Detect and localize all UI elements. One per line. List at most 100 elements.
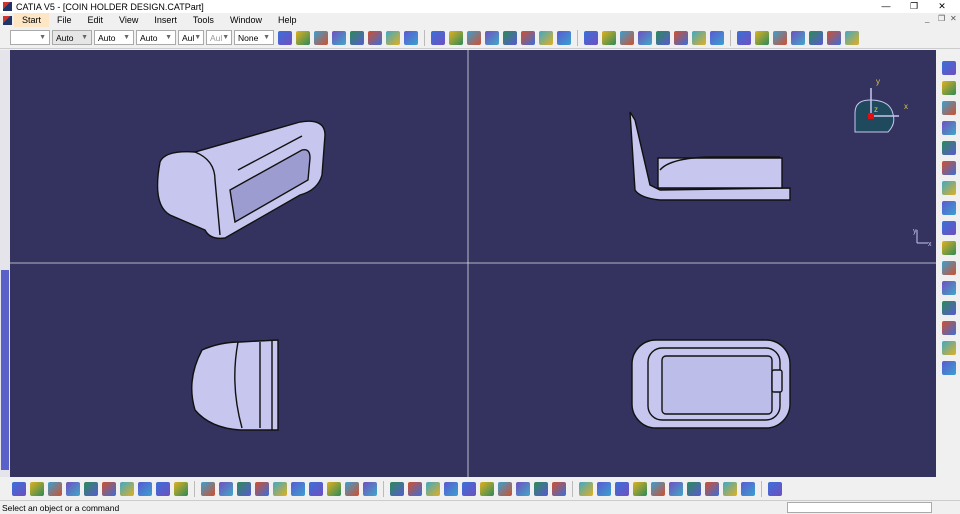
print-icon[interactable] [66,482,80,496]
hole-icon[interactable] [941,181,956,195]
slot-icon[interactable] [941,221,956,235]
apply-material-icon[interactable] [633,482,647,496]
chamfer-icon[interactable] [656,30,670,45]
blend-icon[interactable] [557,30,571,45]
open-icon[interactable] [30,482,44,496]
fillet-icon[interactable] [638,30,652,45]
tree-icon[interactable] [273,482,287,496]
fly-icon[interactable] [327,482,341,496]
fit-all-icon[interactable] [345,482,359,496]
constraint-icon[interactable] [941,101,956,115]
publish-icon[interactable] [651,482,665,496]
rotate-icon[interactable] [692,30,706,45]
curvature-icon[interactable] [615,482,629,496]
loft-icon[interactable] [941,261,956,275]
part-top-view[interactable] [631,339,791,429]
part-side-view[interactable] [191,339,279,431]
redo-icon[interactable] [156,482,170,496]
trim-icon[interactable] [620,30,634,45]
views-icon[interactable] [480,482,494,496]
scrollbar-thumb[interactable] [1,270,9,470]
point-select[interactable]: Auto ▼ [136,30,176,45]
shell-icon[interactable] [941,301,956,315]
update-icon[interactable] [687,482,701,496]
snap-icon[interactable] [705,482,719,496]
line-icon[interactable] [332,30,346,45]
point-icon[interactable] [314,30,328,45]
revolve-icon[interactable] [485,30,499,45]
pad-icon[interactable] [941,121,956,135]
command-input[interactable] [787,502,932,513]
menu-help[interactable]: Help [270,13,305,27]
whats-this-icon[interactable] [174,482,188,496]
knowledge-icon[interactable] [237,482,251,496]
line-type-select[interactable]: Auto ▼ [52,30,92,45]
doc-minimize-button[interactable]: _ [925,14,929,23]
render-select[interactable]: None ▼ [234,30,274,45]
undo-icon[interactable] [138,482,152,496]
select-icon[interactable] [941,61,956,75]
zoom-out-icon[interactable] [426,482,440,496]
join-icon[interactable] [584,30,598,45]
layer2-select[interactable]: Aul ▼ [206,30,232,45]
grid-icon[interactable] [737,30,751,45]
brush-icon[interactable] [278,30,292,45]
circle-icon[interactable] [431,30,445,45]
pocket-icon[interactable] [773,30,787,45]
rib-icon[interactable] [941,201,956,215]
remove-icon[interactable] [941,281,956,295]
left-scrollbar[interactable] [0,50,10,477]
thickness-icon[interactable] [941,321,956,335]
analysis-icon[interactable] [579,482,593,496]
parameter-icon[interactable] [309,482,323,496]
draft-analysis-icon[interactable] [597,482,611,496]
pan-icon[interactable] [363,482,377,496]
shaft-icon[interactable] [941,161,956,175]
shaft-icon[interactable] [791,30,805,45]
close-button[interactable]: ✕ [928,0,956,13]
compass-icon[interactable] [741,482,755,496]
new-icon[interactable] [12,482,26,496]
measure-icon[interactable] [941,361,956,375]
thickness-select[interactable]: Auto ▼ [94,30,134,45]
loft-icon[interactable] [539,30,553,45]
projection-icon[interactable] [368,30,382,45]
save-icon[interactable] [48,482,62,496]
cut-icon[interactable] [84,482,98,496]
menu-tools[interactable]: Tools [185,13,222,27]
compass[interactable]: y x z [854,77,908,133]
sketcher-icon[interactable] [941,81,956,95]
intersection-icon[interactable] [386,30,400,45]
rib-icon[interactable] [845,30,859,45]
doc-restore-button[interactable]: ❐ [938,14,945,23]
extrude-icon[interactable] [467,30,481,45]
axis-system-icon[interactable] [723,482,737,496]
minimize-button[interactable]: — [872,0,900,13]
copy-icon[interactable] [102,482,116,496]
table-icon[interactable] [255,482,269,496]
3d-viewport[interactable]: y x z y x [10,50,936,477]
painter-icon[interactable] [296,30,310,45]
part-front-view[interactable] [629,111,791,201]
hole-icon[interactable] [827,30,841,45]
translate-icon[interactable] [674,30,688,45]
plane-icon[interactable] [350,30,364,45]
menu-view[interactable]: View [111,13,146,27]
formula-icon[interactable] [201,482,215,496]
catalog-icon[interactable] [669,482,683,496]
pocket-icon[interactable] [941,141,956,155]
swap-icon[interactable] [534,482,548,496]
sweep-icon[interactable] [503,30,517,45]
grid-view-icon[interactable] [768,482,782,496]
groove-icon[interactable] [809,30,823,45]
fill-icon[interactable] [521,30,535,45]
rotate-view-icon[interactable] [390,482,404,496]
spline-icon[interactable] [449,30,463,45]
part-isometric-view[interactable] [156,120,326,240]
axis-icon[interactable] [710,30,724,45]
lock-icon[interactable] [291,482,305,496]
sketch-icon[interactable] [404,30,418,45]
layer-select[interactable]: Aul ▼ [178,30,204,45]
pad-icon[interactable] [755,30,769,45]
stiffener-icon[interactable] [941,241,956,255]
